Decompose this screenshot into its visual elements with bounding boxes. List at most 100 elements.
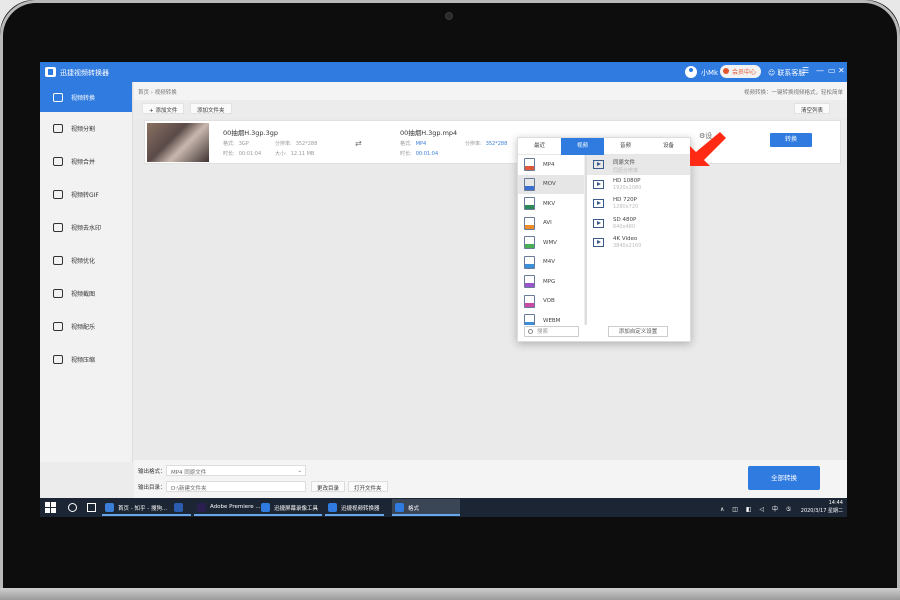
target-format: 格式: MP4 — [400, 141, 427, 147]
windows-start-icon[interactable] — [45, 502, 56, 513]
tab-device[interactable]: 设备 — [647, 138, 690, 155]
open-folder-button[interactable]: 打开文件夹 — [348, 481, 388, 492]
vob-file-icon — [524, 294, 535, 308]
laptop-base — [0, 588, 900, 600]
format-item-vob[interactable]: VOB — [518, 292, 584, 312]
screenshot-icon — [53, 289, 63, 298]
avi-file-icon — [524, 216, 535, 230]
video-file-icon — [593, 218, 604, 228]
quality-item-4k[interactable]: 4K Video 3840x2160 — [587, 233, 690, 253]
support-button[interactable]: 联系客服 — [768, 68, 805, 78]
mov-file-icon — [524, 177, 535, 191]
search-icon[interactable] — [68, 503, 77, 512]
webcam — [445, 12, 453, 20]
sidebar-item-video-compress[interactable]: 视频压缩 — [40, 343, 132, 376]
format-tabs: 最近 视频 音频 设备 — [518, 138, 690, 155]
sidebar-item-video-optimize[interactable]: 视频优化 — [40, 244, 132, 277]
video-file-icon — [593, 238, 604, 247]
convert-button[interactable]: 转换 — [770, 133, 812, 147]
watermark-icon — [53, 223, 63, 232]
mpg-file-icon — [524, 275, 535, 289]
taskbar-app-premiere[interactable]: Adobe Premiere ... — [194, 499, 265, 516]
maximize-icon[interactable]: ▭ — [828, 66, 836, 75]
wmv-file-icon — [524, 236, 535, 250]
taskbar-app-recorder[interactable]: 迅捷屏幕录像工具 — [258, 499, 323, 516]
sidebar-item-video-gif[interactable]: 视频转GIF — [40, 178, 132, 211]
split-icon — [53, 124, 63, 133]
sidebar-item-video-convert[interactable]: 视频转换 — [40, 82, 132, 112]
sidebar-item-video-split[interactable]: 视频分割 — [40, 112, 132, 145]
change-dir-button[interactable]: 更改目录 — [311, 481, 346, 492]
format-item-mov[interactable]: MOV — [518, 174, 584, 194]
format-item-mkv[interactable]: MKV — [518, 194, 584, 214]
format-window-icon — [395, 503, 404, 512]
format-item-mpg[interactable]: MPG — [518, 272, 584, 292]
quality-item-1080p[interactable]: HD 1080P 1920x1080 — [587, 175, 690, 195]
format-item-wmv[interactable]: WMV — [518, 233, 584, 253]
browser-icon — [105, 503, 114, 512]
compress-icon — [53, 355, 63, 364]
quality-item-original[interactable]: 同原文件 同原分辨率 — [587, 155, 690, 175]
avatar[interactable] — [685, 66, 697, 78]
list-item[interactable]: 00抽烟H.3gp.3gp 格式: 3GP 分辨率: 352*288 时长: 00:0… — [144, 120, 841, 164]
tab-recent[interactable]: 最近 — [518, 138, 561, 155]
output-dir-field[interactable]: D:\新建文件夹 — [166, 481, 306, 492]
clock[interactable]: 14:44 2020/3/17 星期二 — [801, 499, 843, 516]
format-popup: 最近 视频 音频 设备 MP4 MOV MKV AVI WMV M4V MPG … — [517, 137, 691, 342]
add-file-button[interactable]: + 添加文件 — [142, 103, 185, 114]
sidebar-item-video-merge[interactable]: 视频合并 — [40, 145, 132, 178]
video-file-icon — [593, 160, 604, 169]
header-bar: 首页 › 视频转换 视频转换：一键转换视频格式，轻松简单 — [134, 82, 847, 100]
breadcrumb[interactable]: 首页 › 视频转换 — [138, 88, 177, 96]
webm-file-icon — [524, 314, 535, 325]
taskbar-app-browser[interactable]: 首页 - 知乎 - 搜狗... — [102, 499, 172, 516]
m4v-file-icon — [524, 255, 535, 269]
add-folder-button[interactable]: 添加文件夹 — [190, 103, 232, 114]
sidebar-item-remove-watermark[interactable]: 视频去水印 — [40, 211, 132, 244]
output-format-label: 输出格式： — [138, 469, 166, 475]
sidebar-item-video-music[interactable]: 视频配乐 — [40, 310, 132, 343]
minimize-icon[interactable]: — — [816, 66, 824, 75]
add-custom-setting-button[interactable]: 添加自定义设置 — [608, 326, 668, 337]
user-name[interactable]: 小Mk — [701, 68, 718, 78]
format-list: MP4 MOV MKV AVI WMV M4V MPG VOB WEBM — [518, 155, 585, 325]
clear-list-button[interactable]: 清空列表 — [794, 103, 831, 114]
video-thumbnail[interactable] — [147, 123, 209, 162]
taskbar-app-word[interactable] — [171, 499, 191, 516]
taskbar-app-converter[interactable]: 迅捷视频转换器 — [325, 499, 384, 516]
vip-center-button[interactable]: 会员中心 — [720, 65, 762, 78]
gif-icon — [53, 190, 63, 199]
target-file-name[interactable]: 00抽烟H.3gp.mp4 — [400, 127, 457, 137]
taskbar-app-format[interactable]: 格式 — [392, 499, 460, 516]
format-item-m4v[interactable]: M4V — [518, 253, 584, 273]
quality-item-480p[interactable]: SD 480P 640x480 — [587, 214, 690, 234]
task-view-icon[interactable] — [87, 503, 96, 512]
format-search-input[interactable]: 搜索 — [524, 326, 579, 337]
system-tray[interactable]: ∧ ◫ ◧ ◁ 中 ⑤ — [720, 504, 794, 513]
quality-list: 同原文件 同原分辨率 HD 1080P 1920x1080 HD 720P 1280x… — [587, 155, 690, 323]
close-icon[interactable]: ✕ — [838, 66, 845, 75]
source-resolution: 分辨率: 352*288 — [275, 141, 318, 147]
sidebar: 视频转换 视频分割 视频合并 视频转GIF 视频去水印 视频优化 视频截图 视频… — [40, 82, 133, 462]
format-item-mp4[interactable]: MP4 — [518, 155, 584, 175]
search-icon — [528, 329, 533, 334]
chevron-down-icon: ⌄ — [297, 468, 302, 474]
source-duration: 时长: 00:01:04 — [223, 151, 262, 157]
tab-audio[interactable]: 音频 — [604, 138, 647, 155]
output-format-select[interactable]: MP4 同原文件 ⌄ — [166, 465, 306, 476]
source-format: 格式: 3GP — [223, 141, 249, 147]
sidebar-item-video-screenshot[interactable]: 视频截图 — [40, 277, 132, 310]
tab-video[interactable]: 视频 — [561, 138, 604, 155]
toolbar: + 添加文件 添加文件夹 清空列表 — [134, 100, 847, 116]
app-logo-icon — [45, 67, 56, 77]
quality-item-720p[interactable]: HD 720P 1280x720 — [587, 194, 690, 214]
mp4-file-icon — [524, 158, 535, 172]
video-file-icon — [593, 179, 604, 189]
title-bar: 迅捷视频转换器 小Mk 会员中心 联系客服 ☰ — ▭ ✕ — [40, 62, 847, 82]
format-item-avi[interactable]: AVI — [518, 214, 584, 234]
menu-icon[interactable]: ☰ — [802, 66, 809, 75]
word-icon — [174, 503, 183, 512]
taskbar: 首页 - 知乎 - 搜狗... Adobe Premiere ... 迅捷屏幕录… — [40, 498, 847, 517]
format-item-webm[interactable]: WEBM — [518, 311, 584, 325]
convert-all-button[interactable]: 全部转换 — [748, 466, 820, 490]
